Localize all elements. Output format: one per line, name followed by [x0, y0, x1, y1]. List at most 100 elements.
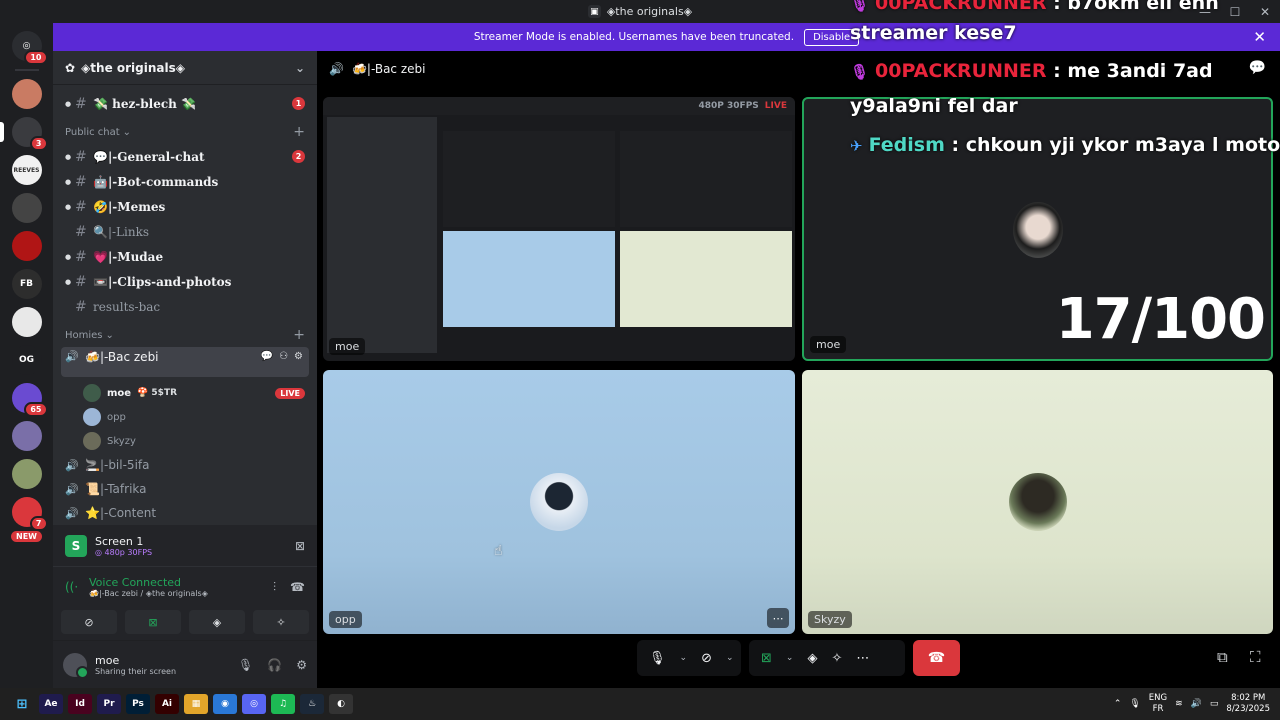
server-icon[interactable]	[11, 193, 42, 223]
text-channel[interactable]: ● # 🤖|-Bot-commands	[53, 169, 317, 194]
live-badge[interactable]: LIVE	[275, 387, 305, 399]
close-window-button[interactable]: ✕	[1250, 0, 1280, 23]
chevron-down-icon[interactable]: ⌄	[726, 653, 734, 663]
taskbar-app-icon[interactable]: Ae	[39, 694, 63, 714]
windows-start-icon[interactable]: ⊞	[10, 694, 34, 714]
voice-user-name: opp	[107, 411, 126, 423]
home-button[interactable]: ◎ 10	[11, 31, 48, 65]
taskbar-app-icon[interactable]: ◎	[242, 694, 266, 714]
disable-streamer-mode-button[interactable]: Disable	[804, 28, 860, 46]
voice-user[interactable]: Skyzy	[53, 429, 317, 453]
text-channel[interactable]: ● # 💗|-Mudae	[53, 244, 317, 269]
camera-tile[interactable]: 17/100 moe	[802, 97, 1273, 361]
screen-share-icon[interactable]: ⊠	[761, 651, 772, 666]
headphones-icon[interactable]: 🎧	[267, 658, 282, 672]
soundboard-button[interactable]: ✧	[253, 610, 309, 634]
volume-icon[interactable]: 🔊	[1191, 699, 1202, 709]
more-options-icon[interactable]: ⋯	[856, 651, 869, 666]
voice-channel[interactable]: 🔊 📜|-Tafrika	[61, 477, 309, 501]
taskbar-app-icon[interactable]: ▦	[184, 694, 208, 714]
chevron-up-icon[interactable]: ⌃	[1114, 699, 1122, 709]
voice-channel[interactable]: 🔊 🚬|-bil-5ifa	[61, 453, 309, 477]
stop-stream-icon[interactable]: ⊠	[295, 539, 305, 553]
disconnect-button[interactable]: ☎	[913, 640, 960, 676]
activities-button[interactable]: ◈	[189, 610, 245, 634]
server-icon[interactable]	[11, 421, 42, 451]
taskbar-app-icon[interactable]: ♫	[271, 694, 295, 714]
text-channel[interactable]: ● # 📼|-Clips-and-photos	[53, 269, 317, 294]
activities-icon[interactable]: ◈	[807, 651, 817, 666]
server-icon[interactable]: OG	[11, 345, 42, 375]
taskbar-app-icon[interactable]: ◉	[213, 694, 237, 714]
server-icon[interactable]	[11, 79, 42, 109]
banner-close-icon[interactable]: ✕	[1253, 28, 1266, 46]
category-header[interactable]: Homies ⌄ +	[53, 323, 317, 347]
server-icon[interactable]: 7	[11, 497, 48, 531]
notification-badge: 10	[24, 50, 48, 65]
chat-bubble-icon[interactable]: 💬	[1249, 60, 1266, 76]
user-name[interactable]: moe	[95, 654, 176, 667]
taskbar-app-icon[interactable]: Ai	[155, 694, 179, 714]
maximize-button[interactable]: ☐	[1220, 0, 1250, 23]
battery-icon[interactable]: ▭	[1210, 699, 1219, 709]
add-channel-icon[interactable]: +	[293, 327, 305, 343]
text-channel[interactable]: ● # 💸 hez-blech 💸 1	[53, 91, 317, 116]
voice-channel-active[interactable]: 🔊 🍻|-Bac zebi 💬 ⚇ ⚙	[61, 347, 309, 377]
taskbar-app-icon[interactable]: ♨	[300, 694, 324, 714]
gear-icon[interactable]: ⚙	[294, 351, 303, 362]
stream-preview-sidebar	[327, 117, 437, 353]
server-icon[interactable]: 65	[11, 383, 48, 417]
voice-user[interactable]: opp	[53, 405, 317, 429]
soundboard-icon[interactable]: ✧	[831, 651, 842, 666]
language-indicator[interactable]: ENG FR	[1149, 693, 1167, 715]
noise-suppression-icon[interactable]: ⫶	[273, 580, 276, 595]
voice-user[interactable]: moe 🍄 5$TR LIVE	[53, 381, 317, 405]
text-channel[interactable]: # 🔍|-Links	[53, 219, 317, 244]
screen-share-row: S Screen 1 ◎ 480p 30FPS ⊠	[53, 525, 317, 567]
wifi-icon[interactable]: ≋	[1175, 699, 1183, 709]
taskbar-app-icon[interactable]: Id	[68, 694, 92, 714]
fullscreen-icon[interactable]: ⛶	[1250, 648, 1261, 666]
new-badge[interactable]: NEW	[11, 531, 42, 542]
taskbar-app-icon[interactable]: Ps	[126, 694, 150, 714]
minimize-button[interactable]: —	[1190, 0, 1220, 23]
guild-header[interactable]: ✿ ◈the originals◈ ⌄	[53, 51, 317, 85]
server-icon[interactable]	[11, 459, 42, 489]
server-icon[interactable]	[11, 307, 42, 337]
voice-status[interactable]: Voice Connected	[89, 576, 208, 589]
taskbar-app-icon[interactable]: ◐	[329, 694, 353, 714]
popout-icon[interactable]: ⧉	[1217, 648, 1228, 666]
text-channel[interactable]: # results-bac	[53, 294, 317, 319]
clock[interactable]: 8:02 PM 8/23/2025	[1226, 693, 1270, 715]
microphone-icon[interactable]: 🎙	[1129, 699, 1140, 709]
stream-tile[interactable]: 480P 30FPS LIVE moe	[323, 97, 795, 361]
disconnect-icon[interactable]: ☎	[290, 580, 305, 595]
voice-location[interactable]: 🍻|-Bac zebi / ◈the originals◈	[89, 589, 208, 598]
chat-bubble-icon[interactable]: 💬	[261, 351, 273, 362]
avatar[interactable]	[63, 652, 89, 679]
invite-icon[interactable]: ⚇	[279, 351, 288, 362]
microphone-icon[interactable]: 🎙	[649, 651, 666, 666]
server-icon[interactable]: REEVES	[11, 155, 42, 185]
chevron-down-icon[interactable]: ⌄	[680, 653, 688, 663]
category-header[interactable]: Public chat ⌄ +	[53, 120, 317, 144]
voice-channel[interactable]: 🔊 ⭐|-Content	[61, 501, 309, 525]
participant-tile-skyzy[interactable]: Skyzy	[802, 370, 1273, 634]
signal-icon[interactable]: ((·	[65, 580, 89, 594]
gear-icon[interactable]: ⚙	[296, 658, 307, 672]
chevron-down-icon[interactable]: ⌄	[786, 653, 794, 663]
screen-share-button[interactable]: ⊠	[125, 610, 181, 634]
server-icon[interactable]	[11, 231, 42, 261]
text-channel[interactable]: ● # 🤣|-Memes	[53, 194, 317, 219]
chevron-down-icon[interactable]: ⌄	[295, 61, 305, 75]
camera-off-icon[interactable]: ⊘	[701, 651, 712, 666]
taskbar-app-icon[interactable]: Pr	[97, 694, 121, 714]
server-icon[interactable]: FB	[11, 269, 42, 299]
text-channel[interactable]: ● # 💬|-General-chat 2	[53, 144, 317, 169]
add-channel-icon[interactable]: +	[293, 124, 305, 140]
participant-tile-opp[interactable]: opp ⋯	[323, 370, 795, 634]
camera-off-button[interactable]: ⊘	[61, 610, 117, 634]
server-icon[interactable]: 3	[0, 117, 48, 151]
microphone-icon[interactable]: 🎙	[238, 658, 253, 672]
more-options-icon[interactable]: ⋯	[767, 608, 789, 628]
